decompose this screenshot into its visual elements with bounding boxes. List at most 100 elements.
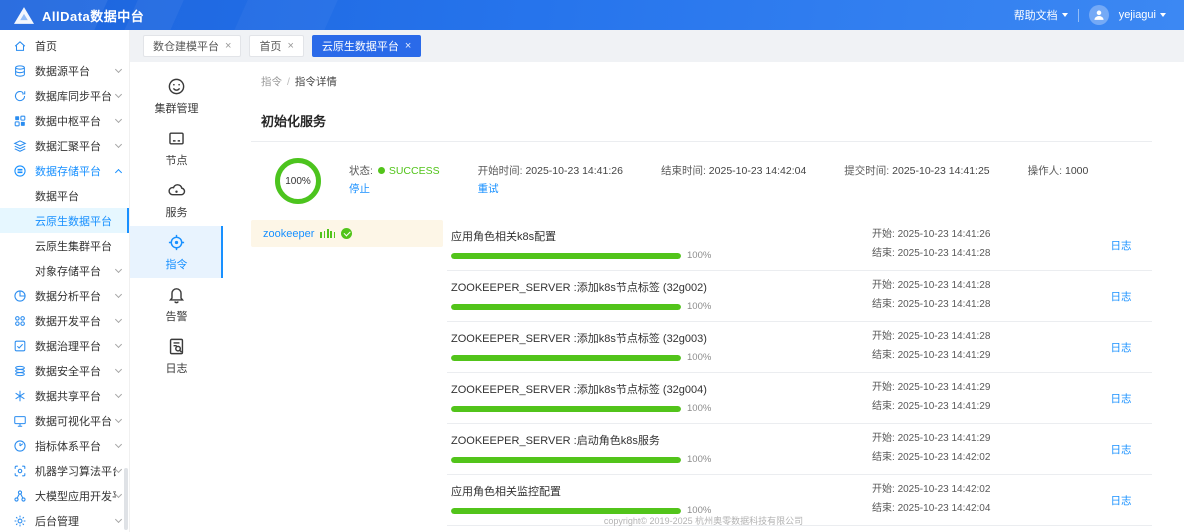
sidebar-subitem-object-storage[interactable]: 对象存储平台 [0, 258, 129, 283]
sidebar-item-ml[interactable]: 机器学习算法平台 [0, 458, 129, 483]
task-progress-percent: 100% [687, 352, 712, 363]
service-icon [167, 181, 186, 200]
rail-item-label: 节点 [165, 154, 188, 167]
admin-icon [13, 514, 27, 528]
status-dot-icon [377, 167, 385, 175]
sidebar-item-data-analysis[interactable]: 数据分析平台 [0, 283, 129, 308]
sidebar-item-data-storage[interactable]: 数据存储平台 [0, 158, 129, 183]
task-meta: 开始: 2025-10-23 14:42:02 结束: 2025-10-23 1… [872, 481, 1090, 518]
rail-item-alert[interactable]: 告警 [130, 278, 223, 330]
alert-icon [167, 285, 186, 304]
service-name: zookeeper [263, 227, 315, 240]
chevron-down-icon [114, 315, 123, 324]
sidebar-item-admin[interactable]: 后台管理 [0, 508, 129, 532]
sidebar-item-data-governance[interactable]: 数据治理平台 [0, 333, 129, 358]
service-item-zookeeper[interactable]: zookeeper [251, 220, 443, 247]
sidebar-subitem-data-platform[interactable]: 数据平台 [0, 183, 129, 208]
service-list: zookeeper [251, 220, 443, 247]
sidebar-item-data-aggregation[interactable]: 数据汇聚平台 [0, 133, 129, 158]
summary-field: 提交时间: 2025-10-23 14:41:25 [844, 163, 989, 199]
header-decoration [0, 0, 111, 30]
log-link[interactable]: 日志 [1111, 493, 1132, 508]
task-row: ZOOKEEPER_SERVER :添加k8s节点标签 (32g003) 100… [447, 322, 1152, 373]
sidebar-item-db-sync[interactable]: 数据库同步平台 [0, 83, 129, 108]
breadcrumb-parent[interactable]: 指令 [261, 76, 282, 88]
user-menu[interactable]: yejiagui [1119, 9, 1166, 21]
datasource-icon [13, 64, 27, 78]
sidebar-item-data-hub[interactable]: 数据中枢平台 [0, 108, 129, 133]
tab-数仓建模平台[interactable]: 数仓建模平台 × [143, 35, 242, 57]
chevron-down-icon [114, 365, 123, 374]
log-link[interactable]: 日志 [1111, 340, 1132, 355]
sidebar-item-home[interactable]: 首页 [0, 33, 129, 58]
task-progress-percent: 100% [687, 301, 712, 312]
tab-close-icon[interactable]: × [287, 40, 293, 52]
breadcrumb: 指令 / 指令详情 [251, 74, 1152, 89]
retry-button[interactable]: 重试 [478, 181, 499, 199]
data-security-icon [13, 364, 27, 378]
task-progress-percent: 100% [687, 250, 712, 261]
rail-item-label: 告警 [165, 310, 188, 323]
avatar[interactable] [1088, 5, 1109, 25]
task-start-value: 2025-10-23 14:41:26 [897, 229, 991, 240]
sidebar-subitem-cloud-native-data[interactable]: 云原生数据平台 [0, 208, 129, 233]
task-end-label: 结束: [872, 298, 895, 310]
chevron-down-icon [114, 390, 123, 399]
stop-button[interactable]: 停止 [349, 181, 370, 199]
task-start-value: 2025-10-23 14:41:28 [897, 280, 991, 291]
field-label: 结束时间: [660, 165, 706, 177]
home-icon [13, 39, 27, 53]
chevron-down-icon [114, 465, 123, 474]
log-link[interactable]: 日志 [1111, 289, 1132, 304]
sidebar-item-data-share[interactable]: 数据共享平台 [0, 383, 129, 408]
task-progress-bar [451, 507, 681, 514]
log-link[interactable]: 日志 [1111, 442, 1132, 457]
chevron-down-icon [114, 265, 123, 274]
sidebar-item-datasource[interactable]: 数据源平台 [0, 58, 129, 83]
rail-item-log[interactable]: 日志 [130, 330, 223, 382]
summary-field: 操作人: 1000 [1028, 163, 1089, 199]
task-start-label: 开始: [872, 433, 895, 444]
log-link[interactable]: 日志 [1111, 391, 1132, 406]
chevron-down-icon [114, 290, 123, 299]
summary-field: 结束时间: 2025-10-23 14:42:04 [661, 163, 806, 199]
task-meta: 开始: 2025-10-23 14:41:28 结束: 2025-10-23 1… [872, 328, 1090, 365]
rail-item-node[interactable]: 节点 [130, 122, 223, 174]
sidebar-item-label: 数据中枢平台 [35, 115, 101, 128]
task-end-value: 2025-10-23 14:42:04 [897, 502, 991, 514]
sidebar-subitem-cloud-native-cluster[interactable]: 云原生集群平台 [0, 233, 129, 258]
command-summary: 100% 状态: SUCCESS 停止 开始时间: 2025-10-23 14:… [275, 158, 1152, 204]
sidebar-item-label: 数据安全平台 [35, 365, 101, 378]
sidebar-item-label: 数据共享平台 [35, 390, 101, 403]
sidebar-item-llm-dev[interactable]: 大模型应用开发平台 [0, 483, 129, 508]
task-list: 应用角色相关k8s配置 100% 开始: 2025-10-23 14:41:26… [447, 220, 1152, 532]
rail-item-command[interactable]: 指令 [130, 226, 223, 278]
chevron-down-icon [114, 515, 123, 524]
sidebar-item-label: 数据开发平台 [35, 315, 101, 328]
sidebar-item-data-security[interactable]: 数据安全平台 [0, 358, 129, 383]
task-progress-bar [451, 252, 681, 259]
rail-item-cluster[interactable]: 集群管理 [130, 70, 223, 122]
log-link[interactable]: 日志 [1111, 238, 1132, 253]
chevron-down-icon [1160, 13, 1166, 17]
task-end-label: 结束: [872, 400, 895, 412]
tab-close-icon[interactable]: × [405, 40, 411, 52]
rail-item-service[interactable]: 服务 [130, 174, 223, 226]
sidebar-scrollbar[interactable] [124, 468, 128, 530]
task-progress-bar [451, 456, 681, 463]
tab-首页[interactable]: 首页 × [249, 35, 304, 57]
help-docs-menu[interactable]: 帮助文档 [1014, 7, 1068, 23]
sidebar-item-data-dev[interactable]: 数据开发平台 [0, 308, 129, 333]
tab-close-icon[interactable]: × [225, 40, 231, 52]
cluster-icon [167, 77, 186, 96]
sidebar-item-label: 指标体系平台 [35, 440, 101, 453]
sidebar: 首页 数据源平台 数据库同步平台 数据中枢平台 数据汇聚平台 数据存储平台 数据… [0, 30, 130, 532]
breadcrumb-current: 指令详情 [294, 76, 337, 88]
tab-云原生数据平台[interactable]: 云原生数据平台 × [311, 35, 422, 57]
metrics-icon [13, 439, 27, 453]
sidebar-item-data-viz[interactable]: 数据可视化平台 [0, 408, 129, 433]
sidebar-item-metrics[interactable]: 指标体系平台 [0, 433, 129, 458]
chevron-down-icon [114, 140, 123, 149]
rail-item-label: 日志 [165, 362, 188, 375]
app-window: AllData数据中台 帮助文档 yejiagui 首页 数据源平台 数据库同步… [0, 0, 1184, 532]
